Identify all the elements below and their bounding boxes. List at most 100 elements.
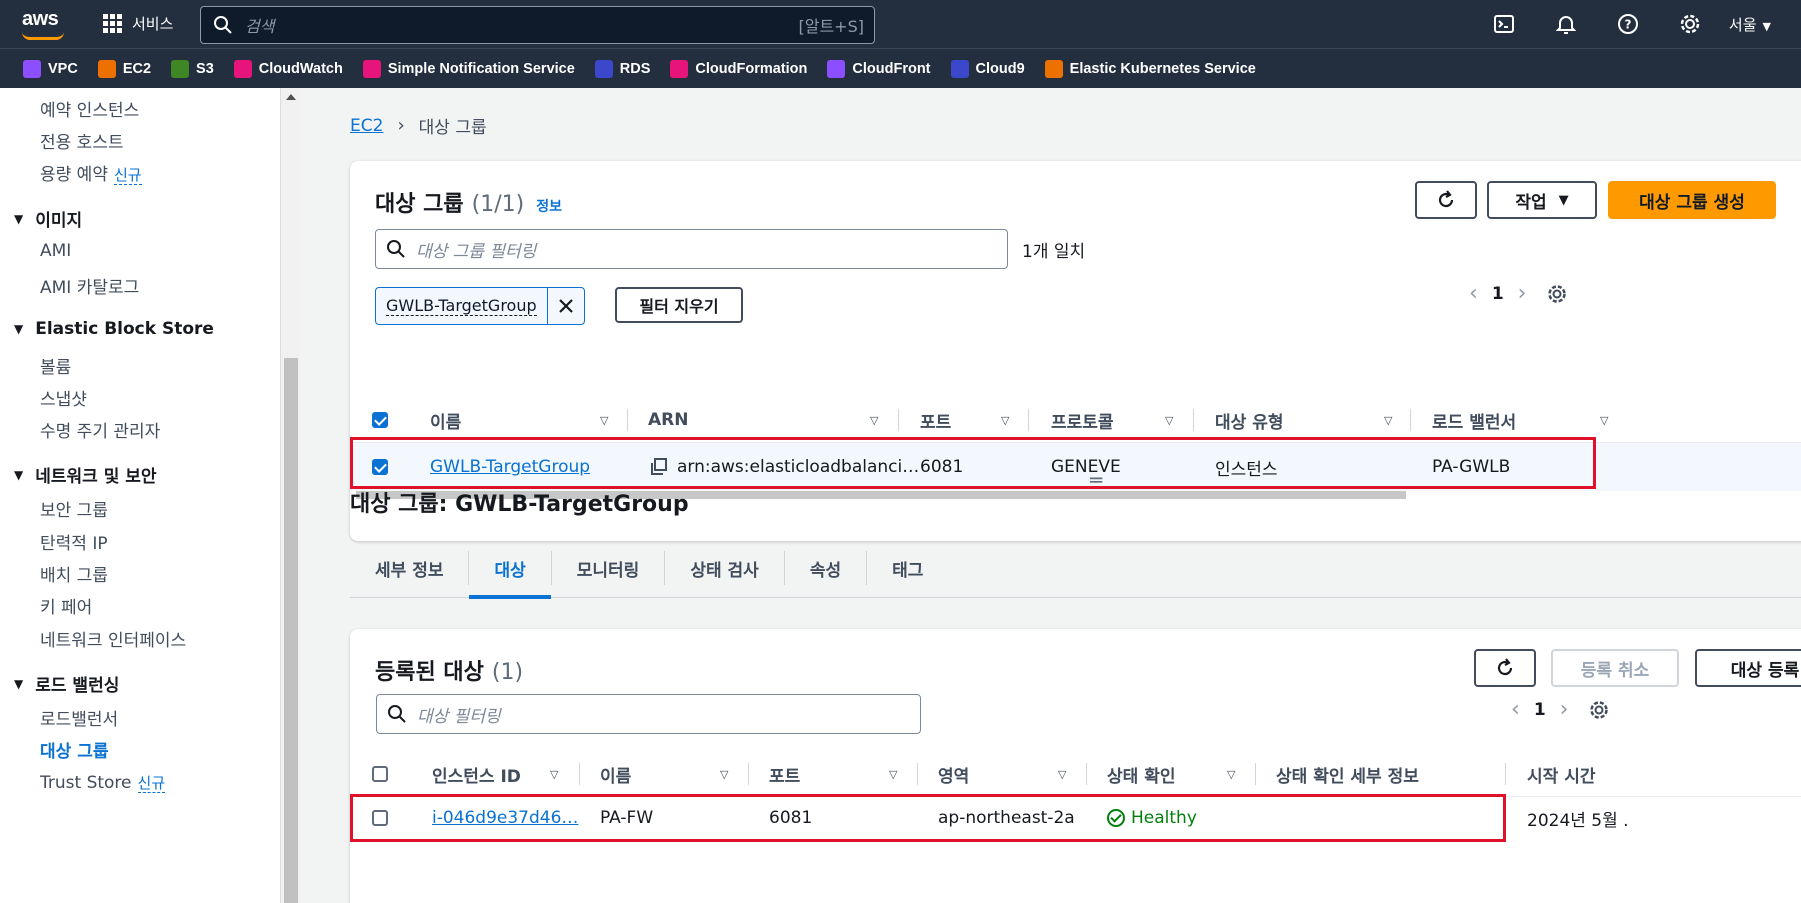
filter-placeholder: 대상 그룹 필터링 bbox=[416, 241, 537, 262]
clear-filters-button[interactable]: 필터 지우기 bbox=[615, 287, 743, 323]
tab-attributes[interactable]: 속성 bbox=[785, 538, 866, 598]
scrollbar-thumb[interactable] bbox=[284, 358, 298, 903]
column-header-launch-time[interactable]: 시작 시간 bbox=[1527, 751, 1595, 797]
column-header-health-details[interactable]: 상태 확인 세부 정보 bbox=[1276, 751, 1419, 797]
favorite-ec2[interactable]: EC2 bbox=[97, 59, 152, 78]
sidebar-item-load-balancers[interactable]: 로드밸런서 bbox=[40, 705, 118, 730]
refresh-button[interactable] bbox=[1415, 181, 1477, 219]
favorite-vpc[interactable]: VPC bbox=[23, 59, 78, 78]
sidebar-item-ami-catalog[interactable]: AMI 카탈로그 bbox=[40, 273, 139, 298]
select-all-checkbox[interactable] bbox=[372, 751, 388, 797]
sidebar-section-network-security[interactable]: ▼ 네트워크 및 보안 bbox=[14, 462, 157, 487]
column-header-health-status[interactable]: 상태 확인 bbox=[1107, 751, 1175, 797]
detail-title: 대상 그룹: GWLB-TargetGroup bbox=[350, 492, 689, 517]
global-search-input[interactable]: 검색 [알트+S] bbox=[200, 6, 875, 44]
favorite-rds[interactable]: RDS bbox=[594, 59, 650, 78]
chevron-left-icon[interactable]: ‹ bbox=[1511, 697, 1520, 722]
remove-filter-button[interactable] bbox=[548, 288, 584, 324]
sort-caret-icon[interactable]: ▽ bbox=[1600, 414, 1608, 427]
split-drag-handle[interactable]: ═ bbox=[1090, 468, 1102, 492]
notifications-icon[interactable] bbox=[1535, 0, 1597, 48]
preferences-gear-icon[interactable] bbox=[1588, 699, 1610, 721]
target-group-filter-input[interactable]: 대상 그룹 필터링 bbox=[375, 229, 1008, 269]
tab-targets[interactable]: 대상 bbox=[469, 538, 552, 599]
sidebar-item-lifecycle-manager[interactable]: 수명 주기 관리자 bbox=[40, 417, 160, 442]
sidebar-item-elastic-ips[interactable]: 탄력적 IP bbox=[40, 529, 108, 554]
sidebar-scrollbar[interactable] bbox=[280, 88, 300, 903]
favorite-cloud9[interactable]: Cloud9 bbox=[950, 59, 1025, 78]
settings-icon[interactable] bbox=[1659, 0, 1721, 48]
sort-caret-icon[interactable]: ▽ bbox=[1227, 768, 1235, 781]
favorite-cloudformation[interactable]: CloudFormation bbox=[670, 59, 807, 78]
filter-placeholder: 대상 필터링 bbox=[417, 706, 501, 727]
service-icon bbox=[362, 59, 381, 78]
region-selector[interactable]: 서울 ▼ bbox=[1729, 14, 1771, 35]
sidebar-item-network-interfaces[interactable]: 네트워크 인터페이스 bbox=[40, 626, 186, 651]
column-header-zone[interactable]: 영역 bbox=[938, 751, 969, 797]
section-title: 로드 밸런싱 bbox=[35, 676, 120, 696]
sort-caret-icon[interactable]: ▽ bbox=[1001, 414, 1009, 427]
favorite-label: EC2 bbox=[122, 60, 152, 77]
sidebar-item-ami[interactable]: AMI bbox=[40, 241, 71, 261]
chevron-right-icon[interactable]: › bbox=[1560, 697, 1569, 722]
cloudshell-icon[interactable] bbox=[1473, 0, 1535, 48]
sort-caret-icon[interactable]: ▽ bbox=[889, 768, 897, 781]
tab-tags[interactable]: 태그 bbox=[867, 538, 948, 598]
favorite-s3[interactable]: S3 bbox=[171, 59, 214, 78]
favorite-elastic-kubernetes-service[interactable]: Elastic Kubernetes Service bbox=[1044, 59, 1256, 78]
sidebar-item-capacity-reservations[interactable]: 용량 예약 신규 bbox=[40, 160, 142, 185]
sidebar-item-security-groups[interactable]: 보안 그룹 bbox=[40, 496, 108, 521]
page-number[interactable]: 1 bbox=[1492, 284, 1504, 304]
favorite-cloudwatch[interactable]: CloudWatch bbox=[233, 59, 343, 78]
page-number[interactable]: 1 bbox=[1534, 700, 1546, 720]
sort-caret-icon[interactable]: ▽ bbox=[1384, 414, 1392, 427]
help-icon[interactable]: ? bbox=[1597, 0, 1659, 48]
register-targets-button[interactable]: 대상 등록 bbox=[1695, 649, 1801, 687]
section-title: 이미지 bbox=[35, 211, 83, 231]
filter-token-label[interactable]: GWLB-TargetGroup bbox=[376, 288, 548, 324]
service-icon bbox=[950, 59, 969, 78]
sort-caret-icon[interactable]: ▽ bbox=[1165, 414, 1173, 427]
sort-caret-icon[interactable]: ▽ bbox=[1058, 768, 1066, 781]
sidebar-section-ebs[interactable]: ▼ Elastic Block Store bbox=[14, 319, 214, 339]
sidebar-item-dedicated-hosts[interactable]: 전용 호스트 bbox=[40, 128, 124, 153]
aws-logo[interactable]: aws bbox=[22, 8, 64, 40]
sidebar-section-load-balancing[interactable]: ▼ 로드 밸런싱 bbox=[14, 671, 119, 696]
chevron-left-icon[interactable]: ‹ bbox=[1469, 281, 1478, 306]
sort-caret-icon[interactable]: ▽ bbox=[870, 414, 878, 427]
scroll-up-icon[interactable] bbox=[286, 94, 296, 100]
column-label: 프로토콜 bbox=[1051, 412, 1114, 433]
refresh-button[interactable] bbox=[1474, 649, 1536, 687]
sidebar-item-trust-store[interactable]: Trust Store 신규 bbox=[40, 772, 166, 793]
target-filter-input[interactable]: 대상 필터링 bbox=[376, 694, 921, 734]
favorite-simple-notification-service[interactable]: Simple Notification Service bbox=[362, 59, 575, 78]
create-target-group-button[interactable]: 대상 그룹 생성 bbox=[1608, 181, 1776, 219]
sidebar-item-placement-groups[interactable]: 배치 그룹 bbox=[40, 561, 108, 586]
sidebar-item-key-pairs[interactable]: 키 페어 bbox=[40, 593, 92, 618]
favorite-cloudfront[interactable]: CloudFront bbox=[827, 59, 931, 78]
info-link[interactable]: 정보 bbox=[536, 196, 562, 216]
column-header-port[interactable]: 포트 bbox=[769, 751, 800, 797]
preferences-gear-icon[interactable] bbox=[1546, 283, 1568, 305]
column-header-instance-id[interactable]: 인스턴스 ID bbox=[432, 751, 521, 797]
sidebar-item-target-groups[interactable]: 대상 그룹 bbox=[40, 737, 108, 762]
tab-health-checks[interactable]: 상태 검사 bbox=[665, 538, 783, 598]
service-icon bbox=[23, 59, 41, 78]
sidebar-section-images[interactable]: ▼ 이미지 bbox=[14, 206, 82, 231]
chevron-right-icon[interactable]: › bbox=[1518, 281, 1527, 306]
tab-details[interactable]: 세부 정보 bbox=[350, 538, 468, 598]
services-menu-button[interactable]: 서비스 bbox=[103, 13, 173, 34]
sidebar-item-reserved-instances[interactable]: 예약 인스턴스 bbox=[40, 96, 139, 121]
sort-caret-icon[interactable]: ▽ bbox=[600, 414, 608, 427]
deregister-button[interactable]: 등록 취소 bbox=[1551, 649, 1679, 687]
breadcrumb-ec2-link[interactable]: EC2 bbox=[350, 116, 383, 136]
search-shortcut: [알트+S] bbox=[798, 17, 865, 36]
sidebar-item-snapshots[interactable]: 스냅샷 bbox=[40, 385, 87, 410]
column-header-name[interactable]: 이름 bbox=[600, 751, 631, 797]
actions-dropdown-button[interactable]: 작업 ▼ bbox=[1487, 181, 1597, 219]
service-icon bbox=[233, 59, 252, 78]
tab-monitoring[interactable]: 모니터링 bbox=[552, 538, 665, 598]
sort-caret-icon[interactable]: ▽ bbox=[550, 768, 558, 781]
sort-caret-icon[interactable]: ▽ bbox=[720, 768, 728, 781]
sidebar-item-volumes[interactable]: 볼륨 bbox=[40, 353, 71, 378]
